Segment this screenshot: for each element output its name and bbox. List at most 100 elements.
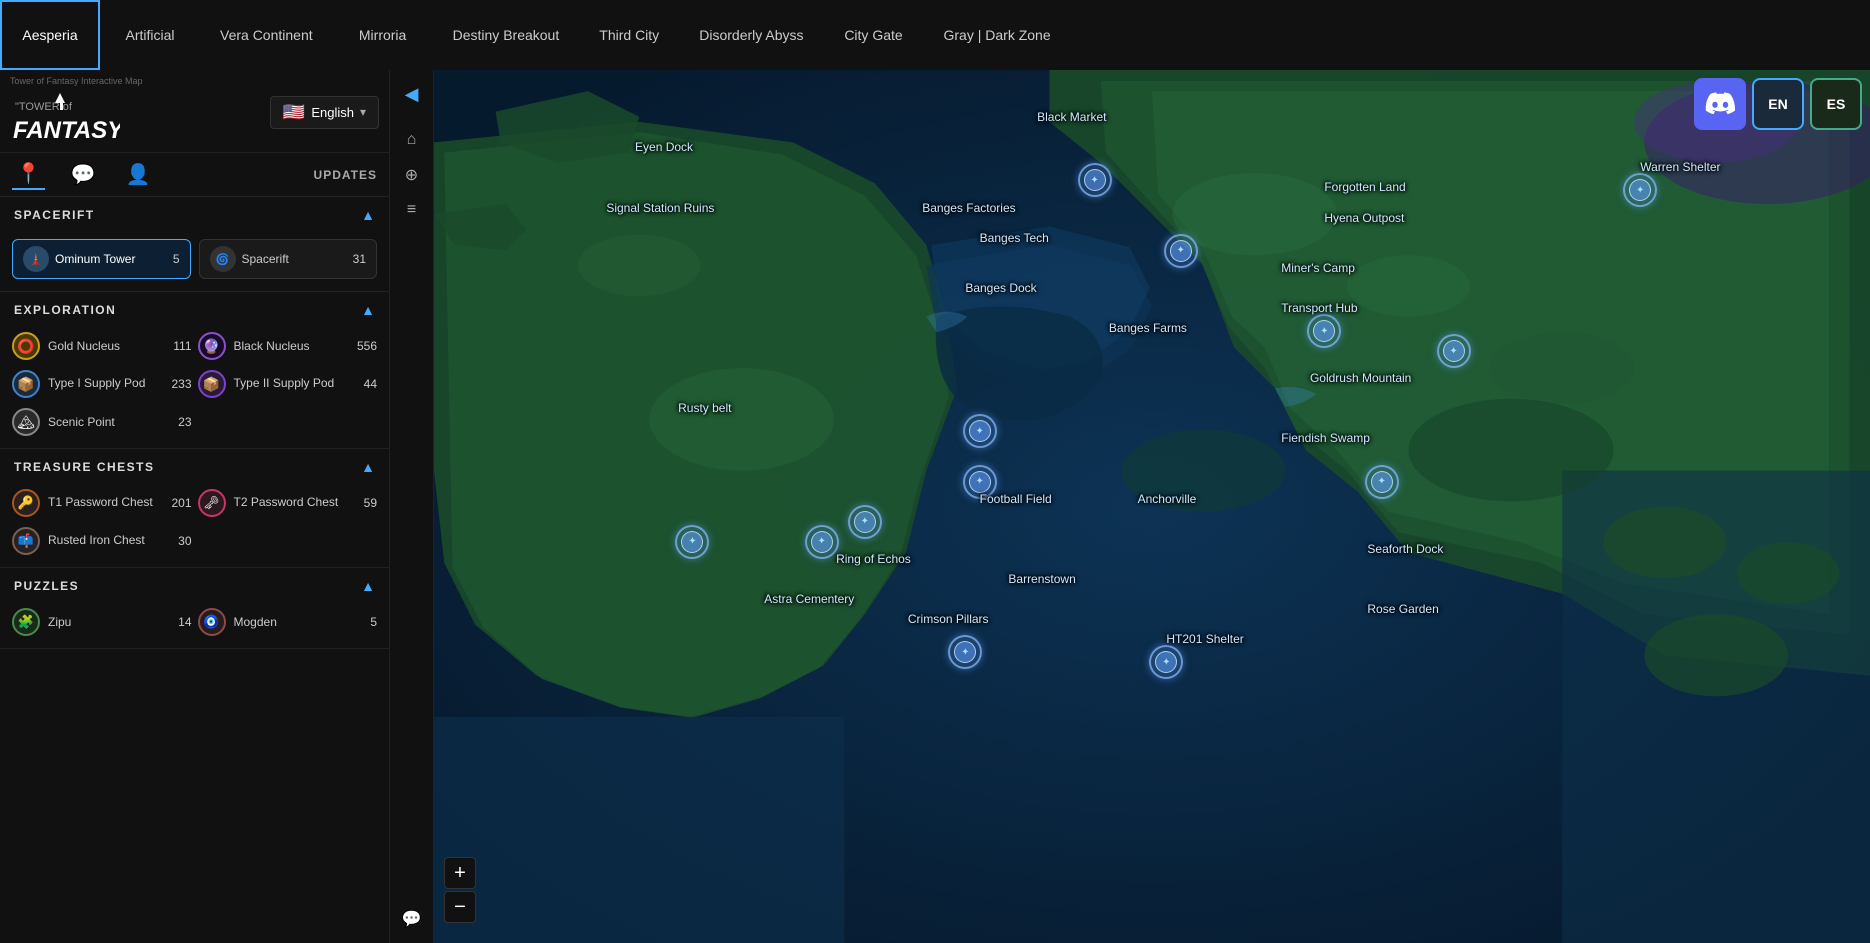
updates-button[interactable]: UPDATES [314,168,377,182]
map-marker-6[interactable]: ✦ [963,465,997,499]
t2-count: 59 [364,496,377,510]
zipu-count: 14 [178,615,191,629]
nav-tab-destiny[interactable]: Destiny Breakout [433,0,580,70]
black-nucleus-count: 556 [357,339,377,353]
type2-count: 44 [364,377,377,391]
scenic-icon: 🏔 [12,408,40,436]
nav-tab-aesperia[interactable]: Aesperia [0,0,100,70]
nav-tab-mirroria[interactable]: Mirroria [333,0,433,70]
map-marker-9[interactable]: ✦ [1149,645,1183,679]
t1-icon: 🔑 [12,489,40,517]
zoom-out-btn[interactable]: − [444,891,476,923]
map-marker-1[interactable]: ✦ [1164,234,1198,268]
discord-btn[interactable] [1694,78,1746,130]
nav-tab-artificial[interactable]: Artificial [100,0,200,70]
ominum-count: 5 [173,252,180,266]
map-marker-11[interactable]: ✦ [1437,334,1471,368]
map-marker-7[interactable]: ✦ [848,505,882,539]
exploration-header[interactable]: EXPLORATION ▲ [0,292,389,328]
map-crosshair-btn[interactable]: ⊕ [399,159,424,191]
spacerift-label: Spacerift [242,252,289,266]
map-marker-4[interactable]: ✦ [675,525,709,559]
type2-label: Type II Supply Pod [234,376,356,392]
sidebar-icons: 📍 💬 👤 [12,159,155,190]
discord-icon [1705,92,1735,116]
mogden-label: Mogden [234,615,363,629]
treasure-content: 🔑 T1 Password Chest 201 🗝 T2 Password Ch… [0,485,389,567]
zipu-icon: 🧩 [12,608,40,636]
lang-en-btn[interactable]: EN [1752,78,1804,130]
type2-icon: 📦 [198,370,226,398]
t2-icon: 🗝 [198,489,226,517]
map-markers: ✦ ✦ ✦ ✦ ✦ ✦ ✦ ✦ ✦ ✦ ✦ ✦ ✦ [434,70,1870,943]
treasure-header[interactable]: TREASURE CHESTS ▲ [0,449,389,485]
nav-tab-gray-dark[interactable]: Gray | Dark Zone [924,0,1071,70]
nav-tab-vera[interactable]: Vera Continent [200,0,333,70]
nav-tab-disorderly[interactable]: Disorderly Abyss [679,0,823,70]
map-back-btn[interactable]: ◀ [399,78,425,111]
spacerift-chevron: ▲ [361,207,375,223]
person-icon-btn[interactable]: 👤 [122,160,155,189]
map-area: ◀ ⌂ ⊕ ≡ 💬 [390,70,1870,943]
treasure-chevron: ▲ [361,459,375,475]
nav-tab-city-gate[interactable]: City Gate [824,0,924,70]
nav-tab-third-city[interactable]: Third City [579,0,679,70]
puzzles-header[interactable]: PUZZLES ▲ [0,568,389,604]
zipu-item: 🧩 Zipu 14 [12,608,192,636]
mogden-item: 🧿 Mogden 5 [198,608,378,636]
map-marker-3[interactable]: ✦ [963,414,997,448]
black-nucleus-label: Black Nucleus [234,339,349,353]
type1-count: 233 [171,377,191,391]
spacerift-header[interactable]: SPACERIFT ▲ [0,197,389,233]
map-marker-0[interactable]: ✦ [1078,163,1112,197]
t1-chest-item: 🔑 T1 Password Chest 201 [12,489,192,517]
rusted-count: 30 [178,534,191,548]
lang-text: English [311,105,354,120]
gold-nucleus-count: 111 [173,339,191,353]
exploration-grid: ⭕ Gold Nucleus 111 🔮 Black Nucleus 556 📦… [12,332,377,436]
map-chat-btn[interactable]: 💬 [396,903,428,935]
exploration-chevron: ▲ [361,302,375,318]
location-icon-btn[interactable]: 📍 [12,159,45,190]
spacerift-section: SPACERIFT ▲ 🗼 Ominum Tower 5 🌀 Spacerift… [0,197,389,292]
zipu-label: Zipu [48,615,170,629]
chat-icon-btn[interactable]: 💬 [67,160,100,189]
t1-count: 201 [171,496,191,510]
spacerift-content: 🗼 Ominum Tower 5 🌀 Spacerift 31 [0,233,389,291]
map-canvas[interactable]: ✦✦✦✦✦✦✦✦✦✦✦✦✦ Eyen DockBlack MarketSigna… [434,70,1870,943]
scenic-point-item: 🏔 Scenic Point 23 [12,408,192,436]
lang-arrow: ▾ [360,105,366,119]
spacerift-title: SPACERIFT [14,208,95,222]
gold-nucleus-item: ⭕ Gold Nucleus 111 [12,332,192,360]
rusted-chest-item: 📫 Rusted Iron Chest 30 [12,527,192,555]
treasure-chests-section: TREASURE CHESTS ▲ 🔑 T1 Password Chest 20… [0,449,389,568]
gold-nucleus-label: Gold Nucleus [48,339,165,353]
map-marker-8[interactable]: ✦ [948,635,982,669]
map-marker-12[interactable]: ✦ [1623,173,1657,207]
lang-selector[interactable]: 🇺🇸 English ▾ [270,96,379,129]
t2-label: T2 Password Chest [234,495,356,511]
map-layers-btn[interactable]: ≡ [401,195,422,225]
sidebar-brand-row: Tower of Fantasy Interactive Map "TOWER … [0,70,389,153]
sidebar-action-row: 📍 💬 👤 UPDATES [0,153,389,197]
map-marker-2[interactable]: ✦ [1307,314,1341,348]
map-marker-5[interactable]: ✦ [805,525,839,559]
spacerift-tab-ominum[interactable]: 🗼 Ominum Tower 5 [12,239,191,279]
exploration-content: ⭕ Gold Nucleus 111 🔮 Black Nucleus 556 📦… [0,328,389,448]
black-nucleus-item: 🔮 Black Nucleus 556 [198,332,378,360]
lang-es-btn[interactable]: ES [1810,78,1862,130]
sidebar: Tower of Fantasy Interactive Map "TOWER … [0,70,390,943]
zoom-controls: + − [444,857,476,923]
logo: "TOWER of FANTASY [10,88,143,148]
rusted-icon: 📫 [12,527,40,555]
spacerift-tab-spacerift[interactable]: 🌀 Spacerift 31 [199,239,378,279]
puzzles-content: 🧩 Zipu 14 🧿 Mogden 5 [0,604,389,648]
puzzles-section: PUZZLES ▲ 🧩 Zipu 14 🧿 Mogden 5 [0,568,389,649]
exploration-title: EXPLORATION [14,303,116,317]
map-home-btn[interactable]: ⌂ [401,125,423,155]
zoom-in-btn[interactable]: + [444,857,476,889]
gold-nucleus-icon: ⭕ [12,332,40,360]
logo-svg: "TOWER of FANTASY [10,88,120,148]
map-marker-10[interactable]: ✦ [1365,465,1399,499]
top-nav: AesperiaArtificialVera ContinentMirroria… [0,0,1870,70]
